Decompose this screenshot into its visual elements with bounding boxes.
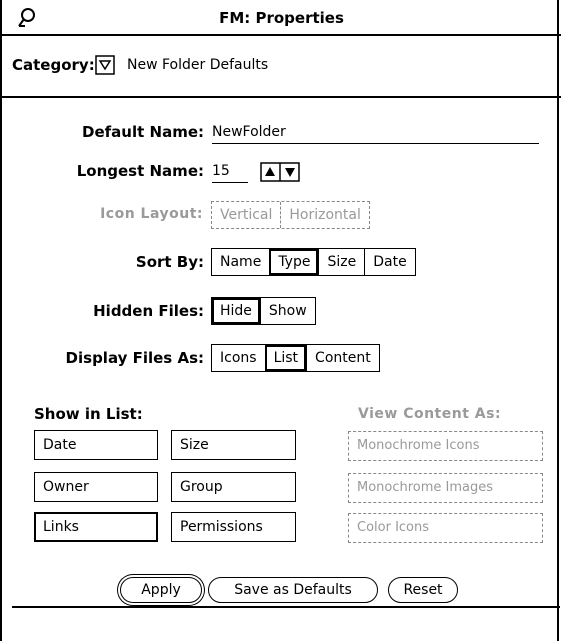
show-in-list-permissions[interactable]: Permissions bbox=[171, 512, 296, 542]
display-files-as-label: Display Files As: bbox=[65, 349, 204, 367]
view-content-monochrome-icons: Monochrome Icons bbox=[348, 431, 543, 461]
reset-button[interactable]: Reset bbox=[388, 577, 460, 605]
sort-by-size[interactable]: Size bbox=[318, 249, 364, 275]
icon-layout-selector: Vertical Horizontal bbox=[211, 201, 370, 229]
longest-name-label: Longest Name: bbox=[76, 162, 204, 180]
triangle-down-icon[interactable] bbox=[95, 55, 115, 75]
sort-by-name[interactable]: Name bbox=[212, 249, 269, 275]
properties-panel: Default Name: NewFolder Longest Name: 15… bbox=[12, 100, 560, 608]
properties-window: FM: Properties Category: New Folder Defa… bbox=[0, 0, 561, 641]
window-title: FM: Properties bbox=[219, 9, 344, 27]
title-bar: FM: Properties bbox=[2, 0, 561, 36]
numeric-stepper-icon[interactable] bbox=[260, 162, 300, 182]
sort-by-type[interactable]: Type bbox=[269, 249, 319, 275]
show-in-list-size[interactable]: Size bbox=[171, 430, 296, 460]
icon-layout-label: Icon Layout: bbox=[100, 206, 203, 222]
default-name-label: Default Name: bbox=[82, 123, 204, 141]
sort-by-label: Sort By: bbox=[135, 253, 204, 271]
display-as-list[interactable]: List bbox=[264, 345, 307, 371]
display-as-content[interactable]: Content bbox=[306, 345, 379, 371]
longest-name-field[interactable]: 15 bbox=[212, 163, 248, 183]
hidden-files-hide[interactable]: Hide bbox=[212, 298, 260, 324]
sort-by-date[interactable]: Date bbox=[364, 249, 414, 275]
view-content-monochrome-images: Monochrome Images bbox=[348, 473, 543, 503]
hidden-files-label: Hidden Files: bbox=[93, 302, 204, 320]
icon-layout-horizontal: Horizontal bbox=[280, 202, 368, 228]
apply-button[interactable]: Apply bbox=[120, 577, 204, 605]
save-as-defaults-button[interactable]: Save as Defaults bbox=[208, 577, 380, 605]
show-in-list-group[interactable]: Group bbox=[171, 472, 296, 502]
category-label: Category: bbox=[12, 56, 95, 74]
default-name-field[interactable]: NewFolder bbox=[212, 124, 539, 144]
show-in-list-date[interactable]: Date bbox=[34, 430, 158, 460]
display-as-icons[interactable]: Icons bbox=[212, 345, 265, 371]
hidden-files-show[interactable]: Show bbox=[259, 298, 315, 324]
hidden-files-selector: Hide Show bbox=[211, 297, 316, 325]
category-value[interactable]: New Folder Defaults bbox=[127, 57, 268, 73]
show-in-list-owner[interactable]: Owner bbox=[34, 472, 158, 502]
show-in-list-label: Show in List: bbox=[34, 405, 143, 423]
show-in-list-links[interactable]: Links bbox=[34, 512, 158, 542]
sort-by-selector: Name Type Size Date bbox=[211, 248, 416, 276]
icon-layout-vertical: Vertical bbox=[220, 207, 273, 223]
view-content-as-label: View Content As: bbox=[358, 406, 502, 422]
category-bar: Category: New Folder Defaults bbox=[2, 36, 561, 98]
display-files-as-selector: Icons List Content bbox=[211, 344, 380, 372]
view-content-color-icons: Color Icons bbox=[348, 513, 543, 543]
